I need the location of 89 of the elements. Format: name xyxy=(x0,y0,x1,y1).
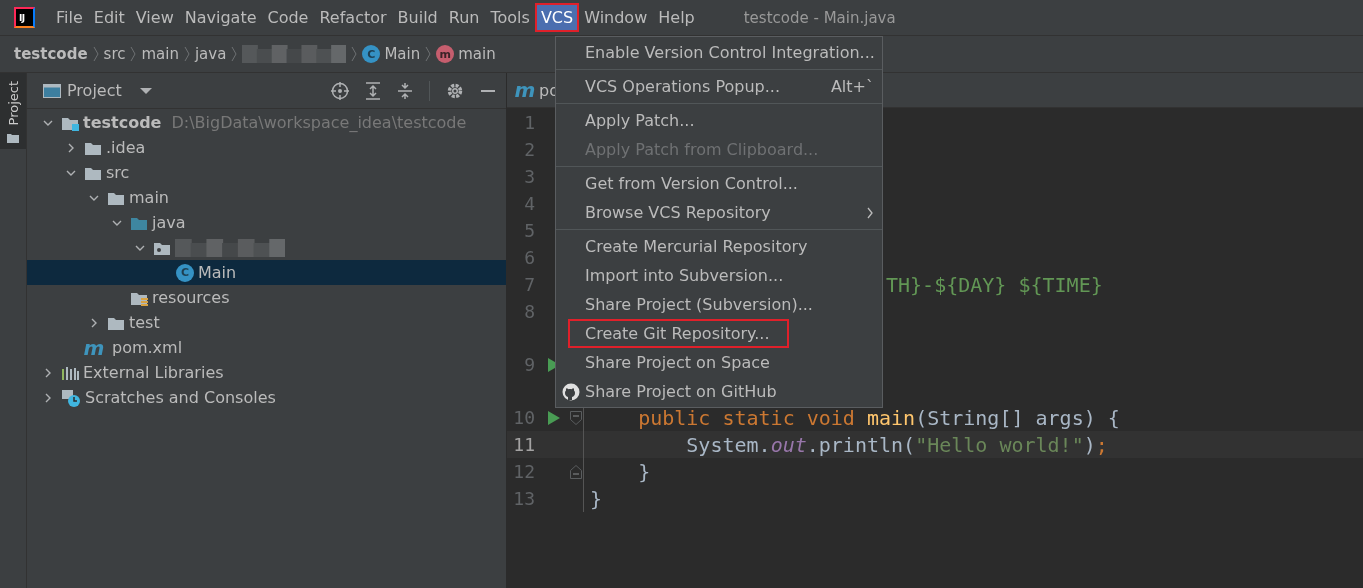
expand-all-icon xyxy=(365,81,381,100)
separator-chevron-icon xyxy=(350,45,359,63)
library-icon xyxy=(61,364,79,381)
menu-item[interactable]: Create Git Repository... xyxy=(568,319,789,348)
breadcrumb-item[interactable]: testcode xyxy=(14,45,88,63)
maven-icon: m xyxy=(84,335,104,360)
code-line: public static void main(String[] args) { xyxy=(637,405,1120,430)
code-line: TH}-${DAY} ${TIME} xyxy=(886,272,1103,297)
menu-item[interactable]: Refactor xyxy=(315,5,391,30)
line-number: 4 xyxy=(523,193,535,214)
project-path: D:\BigData\workspace_idea\testcode xyxy=(171,113,467,132)
line-number: 11 xyxy=(512,434,535,455)
window-icon xyxy=(43,82,61,99)
menu-item[interactable]: Run xyxy=(444,5,484,30)
github-icon xyxy=(561,382,580,401)
line-number: 12 xyxy=(512,461,535,482)
breadcrumb-item[interactable]: src xyxy=(103,45,126,63)
tree-row[interactable]: main xyxy=(27,185,506,210)
separator-chevron-icon xyxy=(182,45,191,63)
code-line: System.out.println("Hello world!"); xyxy=(685,432,1108,457)
collapsed-chevron-icon xyxy=(66,142,76,153)
line-number: 1 xyxy=(523,112,535,133)
menu-item[interactable]: Apply Patch... xyxy=(556,106,882,135)
menu-item[interactable]: VCS xyxy=(536,5,578,30)
collapsed-chevron-icon xyxy=(89,317,99,328)
line-number: 3 xyxy=(523,166,535,187)
tree-row[interactable]: External Libraries xyxy=(27,360,506,385)
window-title: testcode - Main.java xyxy=(743,8,896,27)
maven-icon: m xyxy=(515,78,535,102)
menu-item[interactable]: Navigate xyxy=(180,5,261,30)
menu-item[interactable]: Import into Subversion... xyxy=(556,261,882,290)
breadcrumb-item[interactable]: main xyxy=(141,45,179,63)
menu-item[interactable]: VCS Operations Popup... Alt+` xyxy=(556,72,882,101)
menu-item[interactable]: Share Project (Subversion)... xyxy=(556,290,882,319)
dropdown-caret-icon xyxy=(139,86,152,95)
tree-row[interactable]: src xyxy=(27,160,506,185)
menu-item[interactable]: Get from Version Control... xyxy=(556,169,882,198)
menu-item[interactable]: Help xyxy=(654,5,699,30)
separator-chevron-icon xyxy=(129,45,138,63)
app-logo[interactable]: IJ xyxy=(14,7,35,28)
menu-item[interactable]: View xyxy=(131,5,178,30)
collapse-all-icon xyxy=(397,81,413,100)
tree-row[interactable]: m pom.xml xyxy=(27,335,506,360)
separator-chevron-icon xyxy=(424,45,433,63)
settings-icon xyxy=(446,81,464,100)
class-icon: C xyxy=(362,45,381,63)
menu-item[interactable]: Enable Version Control Integration... xyxy=(556,38,882,67)
menu-item[interactable]: Browse VCS Repository xyxy=(556,198,882,227)
line-number: 6 xyxy=(523,247,535,268)
line-number: 10 xyxy=(512,407,535,428)
line-number: 13 xyxy=(512,488,535,509)
line-number: 2 xyxy=(523,139,535,160)
menu-item[interactable]: Create Mercurial Repository xyxy=(556,232,882,261)
line-number: 5 xyxy=(523,220,535,241)
collapsed-chevron-icon xyxy=(43,392,53,403)
tree-row[interactable]: testcode D:\BigData\workspace_idea\testcode xyxy=(27,110,506,135)
menu-item[interactable]: Tools xyxy=(486,5,534,30)
menu-item[interactable]: Share Project on Space xyxy=(556,348,882,377)
breadcrumb-item[interactable]: java xyxy=(194,45,227,63)
menu-item[interactable]: File xyxy=(52,5,87,30)
line-number: 9 xyxy=(523,354,535,375)
separator-chevron-icon xyxy=(230,45,239,63)
method-icon: m xyxy=(436,45,455,63)
class-icon: C xyxy=(176,263,194,282)
menu-item[interactable]: Share Project on GitHub xyxy=(556,377,882,406)
tree-row[interactable]: test xyxy=(27,310,506,335)
menu-item[interactable]: Build xyxy=(393,5,442,30)
collapsed-chevron-icon xyxy=(43,367,53,378)
tree-row[interactable]: Scratches and Consoles xyxy=(27,385,506,410)
tool-window-tab[interactable]: Project xyxy=(0,73,26,150)
breadcrumb-item[interactable]: main xyxy=(458,45,496,63)
menu-item[interactable]: Window xyxy=(580,5,652,30)
line-number: 8 xyxy=(523,301,535,322)
code-line: } xyxy=(637,459,651,484)
separator-chevron-icon xyxy=(91,45,100,63)
menu-item[interactable]: Edit xyxy=(89,5,129,30)
menu-item[interactable]: Code xyxy=(263,5,313,30)
minimize-icon xyxy=(480,89,496,92)
scratches-icon xyxy=(61,388,81,407)
breadcrumb-item[interactable]: Main xyxy=(384,45,421,63)
tree-row[interactable]: C Main xyxy=(27,260,506,285)
tree-row[interactable]: .idea xyxy=(27,135,506,160)
line-number: 7 xyxy=(523,274,535,295)
tree-row[interactable]: java xyxy=(27,210,506,235)
panel-title[interactable]: Project xyxy=(67,81,122,100)
locate-icon xyxy=(331,81,349,100)
tree-row[interactable]: resources xyxy=(27,285,506,310)
folder-icon xyxy=(7,133,19,144)
code-line: } xyxy=(590,486,603,511)
